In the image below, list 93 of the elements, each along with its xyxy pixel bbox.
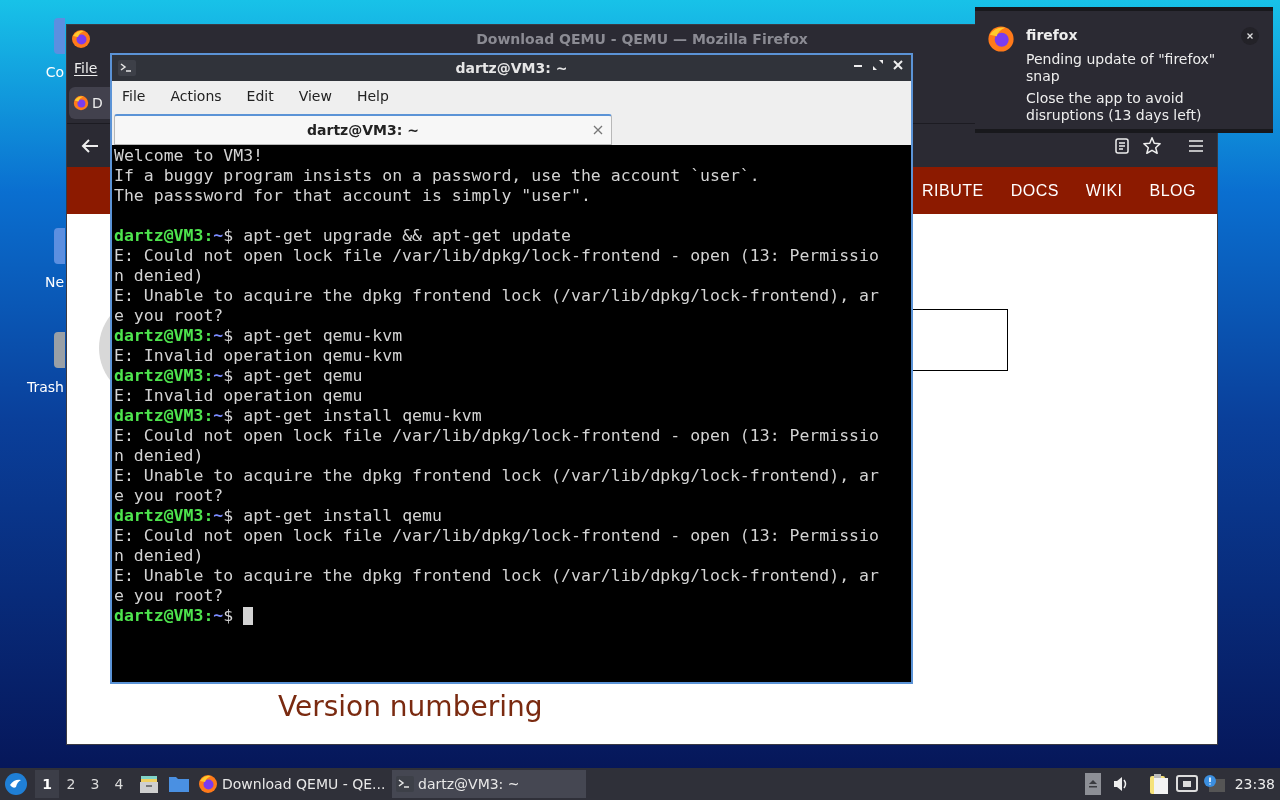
folder-icon[interactable] (168, 775, 190, 793)
prompt-user: dartz@VM3 (114, 226, 204, 246)
terminal-icon (118, 60, 136, 76)
menu-item[interactable]: View (298, 85, 332, 107)
window-title: Download QEMU - QEMU — Mozilla Firefox (476, 29, 808, 49)
close-icon[interactable] (891, 58, 905, 72)
prompt-user: dartz@VM3 (114, 606, 204, 626)
prompt-symbol: $ (223, 606, 234, 626)
terminal-line: E: Invalid operation qemu (114, 386, 363, 406)
section-heading: Version numbering (278, 689, 543, 725)
workspace-button[interactable]: 1 (35, 770, 59, 798)
nav-link[interactable]: BLOG (1149, 178, 1196, 203)
menu-item[interactable]: Actions (170, 85, 222, 107)
terminal-line: The passsword for that account is simply "user". (114, 186, 591, 206)
terminal-line: If a buggy program insists on a password, use the account `user`. (114, 166, 760, 186)
prompt-symbol: $ (223, 406, 234, 426)
terminal-line: Welcome to VM3! (114, 146, 263, 166)
menu-icon[interactable] (1189, 139, 1203, 152)
terminal-line: e you root? (114, 306, 224, 326)
prompt-path: ~ (213, 506, 224, 526)
star-icon[interactable] (1143, 137, 1161, 154)
terminal-line: E: Invalid operation qemu-kvm (114, 346, 403, 366)
terminal-line: E: Unable to acquire the dpkg frontend lock (/var/lib/dpkg/lock-frontend), ar (114, 566, 879, 586)
taskbar-task[interactable]: dartz@VM3: ~ (392, 770, 586, 798)
terminal-icon (396, 776, 414, 792)
menu-item[interactable]: File (74, 57, 98, 79)
taskbar-task[interactable]: Download QEMU - QE... (194, 770, 388, 798)
terminal-command: apt-get upgrade && apt-get update (243, 226, 572, 246)
notification-app: firefox (1026, 26, 1078, 45)
eject-icon[interactable] (1084, 773, 1101, 795)
prompt-user: dartz@VM3 (114, 326, 204, 346)
clipboard-icon[interactable] (1148, 773, 1169, 795)
prompt-path: ~ (213, 366, 224, 386)
prompt-user: dartz@VM3 (114, 506, 204, 526)
prompt-symbol: $ (223, 226, 234, 246)
prompt-path: ~ (213, 406, 224, 426)
nav-link[interactable]: RIBUTE (921, 178, 984, 203)
firefox-icon (198, 774, 218, 794)
terminal-command: apt-get qemu-kvm (243, 326, 403, 346)
terminal-command: apt-get install qemu (243, 506, 442, 526)
prompt-separator: : (203, 326, 214, 346)
prompt-symbol: $ (223, 506, 234, 526)
firefox-icon (71, 29, 91, 49)
terminal-line: E: Unable to acquire the dpkg frontend lock (/var/lib/dpkg/lock-frontend), ar (114, 466, 879, 486)
prompt-symbol: $ (223, 326, 234, 346)
menu-item[interactable]: File (122, 85, 146, 107)
maximize-icon[interactable] (871, 58, 885, 72)
terminal-line: n denied) (114, 266, 204, 286)
desktop-icon-label[interactable]: Ne (44, 272, 64, 293)
clock: 23:38 (1234, 774, 1275, 794)
terminal-line: E: Could not open lock file /var/lib/dpkg/lock-frontend - open (13: Permissio (114, 246, 879, 266)
notification-title: Pending update of "firefox" snap (1026, 51, 1217, 85)
terminal-command: apt-get qemu (243, 366, 363, 386)
prompt-separator: : (203, 606, 214, 626)
prompt-separator: : (203, 406, 214, 426)
start-menu-icon[interactable] (5, 773, 27, 795)
window-title: dartz@VM3: ~ (455, 58, 568, 78)
prompt-user: dartz@VM3 (114, 406, 204, 426)
close-icon[interactable] (1241, 27, 1259, 45)
prompt-separator: : (203, 226, 214, 246)
terminal-line: n denied) (114, 446, 204, 466)
notification-body: Close the app to avoid disruptions (13 days left) (1026, 90, 1203, 124)
desktop-icon-label[interactable]: Trash (27, 377, 64, 398)
menu-item[interactable]: Help (356, 85, 389, 107)
workspace-button[interactable]: 4 (107, 770, 131, 798)
notification-icon[interactable] (1202, 774, 1225, 794)
terminal-line: e you root? (114, 486, 224, 506)
file-cabinet-icon[interactable] (139, 774, 159, 794)
prompt-symbol: $ (223, 366, 234, 386)
back-arrow-icon[interactable] (81, 138, 99, 153)
prompt-user: dartz@VM3 (114, 366, 204, 386)
network-icon[interactable] (1175, 775, 1198, 793)
firefox-icon (987, 25, 1015, 53)
prompt-path: ~ (213, 606, 224, 626)
prompt-path: ~ (213, 226, 224, 246)
nav-link[interactable]: WIKI (1085, 178, 1123, 203)
terminal-line: E: Unable to acquire the dpkg frontend lock (/var/lib/dpkg/lock-frontend), ar (114, 286, 879, 306)
terminal-tab[interactable]: dartz@VM3: ~ (114, 114, 612, 145)
browser-tab[interactable]: D (69, 87, 111, 119)
terminal-command: apt-get install qemu-kvm (243, 406, 482, 426)
nav-link[interactable]: DOCS (1010, 178, 1059, 203)
prompt-path: ~ (213, 326, 224, 346)
prompt-separator: : (203, 506, 214, 526)
reader-view-icon[interactable] (1115, 137, 1129, 154)
workspace-button[interactable]: 3 (83, 770, 107, 798)
workspace-button[interactable]: 2 (59, 770, 83, 798)
favicon (73, 95, 89, 111)
terminal-line: E: Could not open lock file /var/lib/dpkg/lock-frontend - open (13: Permissio (114, 526, 879, 546)
terminal-line: n denied) (114, 546, 204, 566)
terminal-line: e you root? (114, 586, 224, 606)
terminal-line: E: Could not open lock file /var/lib/dpkg/lock-frontend - open (13: Permissio (114, 426, 879, 446)
prompt-separator: : (203, 366, 214, 386)
menu-item[interactable]: Edit (246, 85, 274, 107)
